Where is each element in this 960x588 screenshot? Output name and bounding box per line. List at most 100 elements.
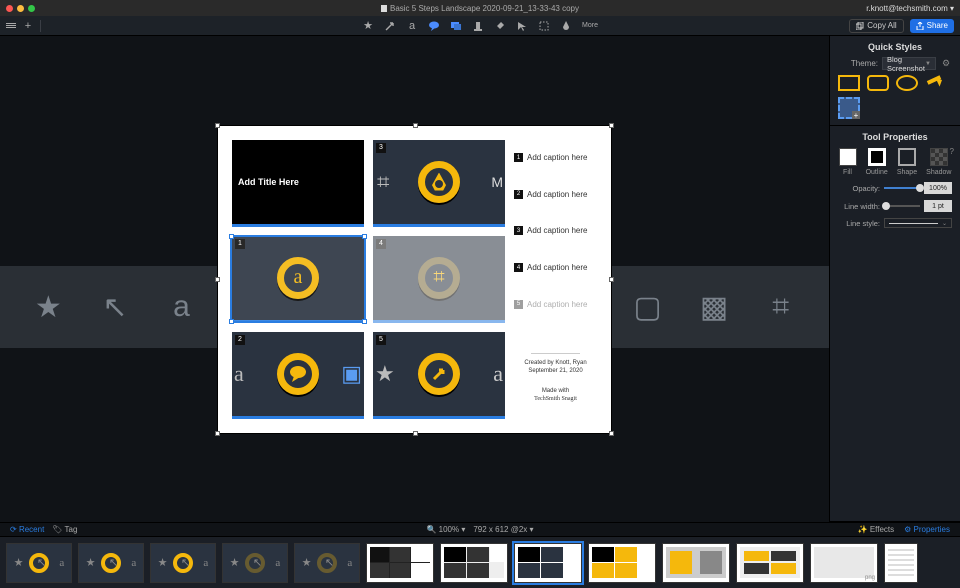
step-tile-5[interactable]: 5 ★ a — [373, 332, 505, 419]
arrow-tool-icon[interactable] — [384, 20, 396, 32]
credit-tile: Created by Knott, Ryan September 21, 202… — [514, 332, 597, 419]
add-style[interactable] — [838, 97, 860, 119]
rect-shape[interactable] — [838, 75, 860, 91]
resize-handle[interactable] — [609, 431, 614, 436]
stamp-tool-icon[interactable] — [472, 20, 484, 32]
thumb[interactable]: ★↖a — [222, 543, 288, 583]
quick-styles-title: Quick Styles — [838, 42, 952, 52]
thumb[interactable]: ★↖a — [294, 543, 360, 583]
caption-row[interactable]: 2Add caption here — [514, 176, 597, 213]
document[interactable]: Add Title Here 3 ⌗ M 1Add caption here 2… — [218, 126, 611, 433]
share-button[interactable]: Share — [910, 19, 954, 33]
thumb[interactable] — [588, 543, 656, 583]
linewidth-slider[interactable] — [884, 205, 920, 207]
copy-all-button[interactable]: Copy All — [849, 19, 903, 33]
move-tool-icon[interactable] — [516, 20, 528, 32]
step-tile-4[interactable]: 4 ⌗ — [373, 236, 505, 323]
caption-row[interactable]: 5Add caption here — [514, 286, 597, 323]
linewidth-value[interactable]: 1 pt — [924, 200, 952, 212]
title-tile[interactable]: Add Title Here — [232, 140, 364, 227]
ellipse-shape[interactable] — [896, 75, 918, 91]
roundrect-shape[interactable] — [867, 75, 889, 91]
gear-icon[interactable]: ⚙ — [940, 58, 952, 70]
resize-handle[interactable] — [609, 277, 614, 282]
a2-icon: a — [493, 361, 503, 387]
sel-handle[interactable] — [362, 234, 367, 239]
resize-handle[interactable] — [215, 277, 220, 282]
favorite-icon[interactable]: ★ — [362, 20, 374, 32]
selection-box[interactable] — [232, 237, 364, 321]
menu-icon[interactable] — [6, 23, 16, 28]
caption-row[interactable]: 1Add caption here — [514, 140, 597, 177]
close-icon[interactable] — [6, 5, 13, 12]
highlight-ring — [277, 353, 319, 395]
resize-handle[interactable] — [215, 431, 220, 436]
effects-link[interactable]: ✨ Effects — [858, 525, 895, 534]
minimize-icon[interactable] — [17, 5, 24, 12]
fill-swatch[interactable]: Fill — [839, 148, 857, 176]
recent-link[interactable]: ⟳ Recent — [10, 525, 44, 534]
theme-label: Theme: — [838, 59, 878, 68]
opacity-value[interactable]: 100% — [924, 182, 952, 194]
canvas[interactable]: ★ ↖ a ● ▣ ✂ ⊥ ◆ ↗ ▢ ▩ ⌗ Add Title Here — [0, 36, 829, 522]
thumb[interactable]: ★↖a — [150, 543, 216, 583]
ring-icon — [317, 553, 337, 573]
account-menu[interactable]: r.knott@techsmith.com ▾ — [866, 4, 954, 13]
drop-icon — [432, 173, 446, 191]
sel-handle[interactable] — [229, 234, 234, 239]
cap-num: 3 — [514, 226, 523, 235]
thumb[interactable] — [736, 543, 804, 583]
theme-value: Blog Screenshot — [887, 55, 925, 73]
callout-tool-icon[interactable] — [428, 20, 440, 32]
linestyle-label: Line style: — [838, 219, 880, 228]
outline-swatch[interactable]: Outline — [866, 148, 888, 176]
text-tool-icon[interactable]: a — [406, 20, 418, 32]
selection-tool-icon[interactable] — [538, 20, 550, 32]
add-icon[interactable]: + — [22, 20, 34, 32]
thumb[interactable] — [884, 543, 918, 583]
titlebar: Basic 5 Steps Landscape 2020-09-21_13-33… — [0, 0, 960, 16]
blur-tool-icon[interactable] — [560, 20, 572, 32]
tag-link[interactable]: 🏷 Tag — [52, 525, 77, 534]
step-tile-2[interactable]: 2 a ▣ — [232, 332, 364, 419]
step-tile-3[interactable]: 3 ⌗ M — [373, 140, 505, 227]
theme-dropdown[interactable]: Blog Screenshot ▼ — [882, 57, 936, 70]
shape-tool-icon[interactable] — [450, 20, 462, 32]
zoom-icon[interactable] — [28, 5, 35, 12]
cap-num: 2 — [514, 190, 523, 199]
image-icon: ▩ — [696, 288, 733, 326]
resize-handle[interactable] — [413, 123, 418, 128]
zoom-control[interactable]: 🔍 100% ▾ — [426, 525, 465, 534]
resize-handle[interactable] — [215, 123, 220, 128]
highlight-ring — [418, 353, 460, 395]
arrow-shape[interactable] — [925, 75, 947, 91]
shadow-swatch[interactable]: Shadow — [926, 148, 951, 176]
caption-row[interactable]: 3Add caption here — [514, 213, 597, 250]
thumb[interactable] — [366, 543, 434, 583]
opacity-slider[interactable] — [884, 187, 920, 189]
thumb[interactable] — [662, 543, 730, 583]
shape-swatch[interactable]: Shape — [897, 148, 917, 176]
linestyle-dropdown[interactable]: ⌄ — [884, 218, 952, 228]
captions-top: 1Add caption here 2Add caption here 3Add… — [514, 140, 597, 323]
separator — [40, 20, 41, 32]
thumb[interactable]: png — [810, 543, 878, 583]
properties-link[interactable]: ⚙ Properties — [904, 525, 950, 534]
star-icon: ★ — [30, 288, 67, 326]
sel-handle[interactable] — [362, 319, 367, 324]
main-toolbar: + ★ a More Copy All Share — [0, 16, 960, 36]
quick-shape-row — [838, 75, 952, 91]
dimensions[interactable]: 792 x 612 @2x ▾ — [473, 525, 533, 534]
fill-tool-icon[interactable] — [494, 20, 506, 32]
caption-row[interactable]: 4Add caption here — [514, 249, 597, 286]
more-label[interactable]: More — [582, 20, 598, 32]
thumb[interactable] — [440, 543, 508, 583]
thumb-active[interactable] — [514, 543, 582, 583]
resize-handle[interactable] — [413, 431, 418, 436]
chevron-down-icon: ▼ — [925, 61, 931, 67]
thumb[interactable]: ★↖a — [78, 543, 144, 583]
resize-handle[interactable] — [609, 123, 614, 128]
sel-handle[interactable] — [229, 319, 234, 324]
help-icon[interactable]: ? — [950, 147, 954, 156]
thumb[interactable]: ★↖a — [6, 543, 72, 583]
